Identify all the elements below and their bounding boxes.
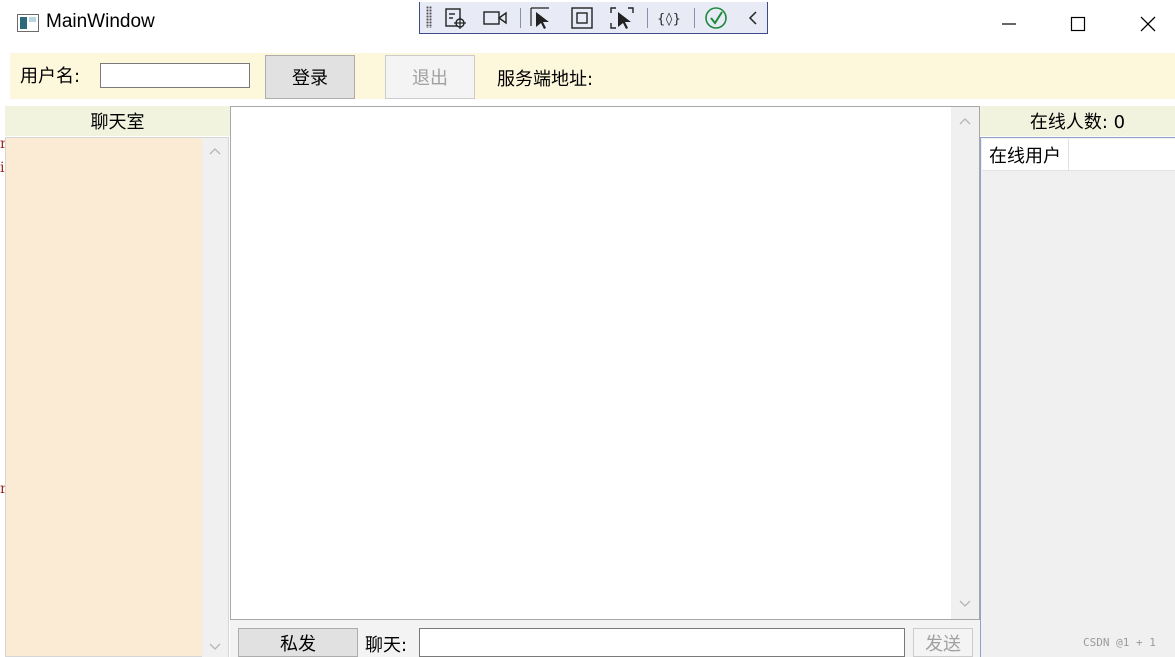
select-cursor-icon — [530, 7, 549, 29]
collapse-toolbar-button[interactable] — [740, 5, 766, 31]
message-display-area[interactable] — [230, 106, 980, 620]
select-element-button[interactable] — [529, 5, 555, 31]
layout-adorner-icon — [571, 7, 593, 29]
chat-label: 聊天: — [365, 635, 408, 656]
svg-text:{◊}: {◊} — [657, 12, 680, 27]
chevron-left-icon — [748, 11, 757, 25]
hot-reload-status-button[interactable] — [703, 5, 729, 31]
scroll-up-icon[interactable] — [209, 146, 221, 156]
chat-input[interactable] — [419, 628, 905, 657]
video-camera-icon — [483, 11, 507, 25]
debug-toolbar: {◊} — [419, 2, 768, 34]
message-scrollbar[interactable] — [951, 107, 979, 619]
minimize-icon — [1002, 23, 1016, 25]
close-icon — [1140, 16, 1156, 32]
close-button[interactable] — [1134, 10, 1162, 38]
scroll-up-icon[interactable] — [959, 116, 971, 126]
minimize-button[interactable] — [995, 10, 1023, 38]
binding-failures-button[interactable]: {◊} — [656, 5, 682, 31]
record-button[interactable] — [482, 5, 508, 31]
check-circle-icon — [705, 7, 727, 29]
toolbar-grip-icon[interactable] — [426, 6, 432, 28]
maximize-button[interactable] — [1064, 10, 1092, 38]
watermark: CSDN @1 + 1 — [1083, 636, 1156, 649]
track-focus-button[interactable] — [609, 5, 635, 31]
private-message-button[interactable]: 私发 — [238, 628, 358, 657]
background-edge-text: i — [0, 160, 5, 176]
track-focus-icon — [610, 7, 634, 29]
display-layout-adorners-button[interactable] — [569, 5, 595, 31]
logout-button[interactable]: 退出 — [385, 55, 475, 99]
live-visual-tree-button[interactable] — [442, 5, 468, 31]
chat-room-list[interactable] — [5, 137, 229, 657]
login-button[interactable]: 登录 — [265, 55, 355, 99]
online-user-list[interactable] — [980, 137, 1175, 657]
online-count-header: 在线人数: 0 — [980, 106, 1175, 136]
scroll-down-icon[interactable] — [209, 642, 221, 652]
column-header-online-users[interactable]: 在线用户 — [982, 139, 1069, 171]
scroll-down-icon[interactable] — [959, 599, 971, 609]
app-icon — [17, 14, 39, 32]
visual-tree-icon — [445, 8, 466, 29]
username-input[interactable] — [100, 63, 250, 88]
room-list-scrollbar[interactable] — [202, 138, 228, 657]
chat-room-header: 聊天室 — [5, 106, 230, 136]
online-user-column-header[interactable]: 在线用户 — [982, 139, 1175, 171]
maximize-icon — [1070, 16, 1086, 32]
username-label: 用户名: — [20, 66, 81, 87]
window-title: MainWindow — [46, 11, 155, 32]
binding-icon: {◊} — [657, 12, 680, 27]
send-button[interactable]: 发送 — [913, 628, 973, 657]
server-address-label: 服务端地址: — [497, 69, 594, 90]
